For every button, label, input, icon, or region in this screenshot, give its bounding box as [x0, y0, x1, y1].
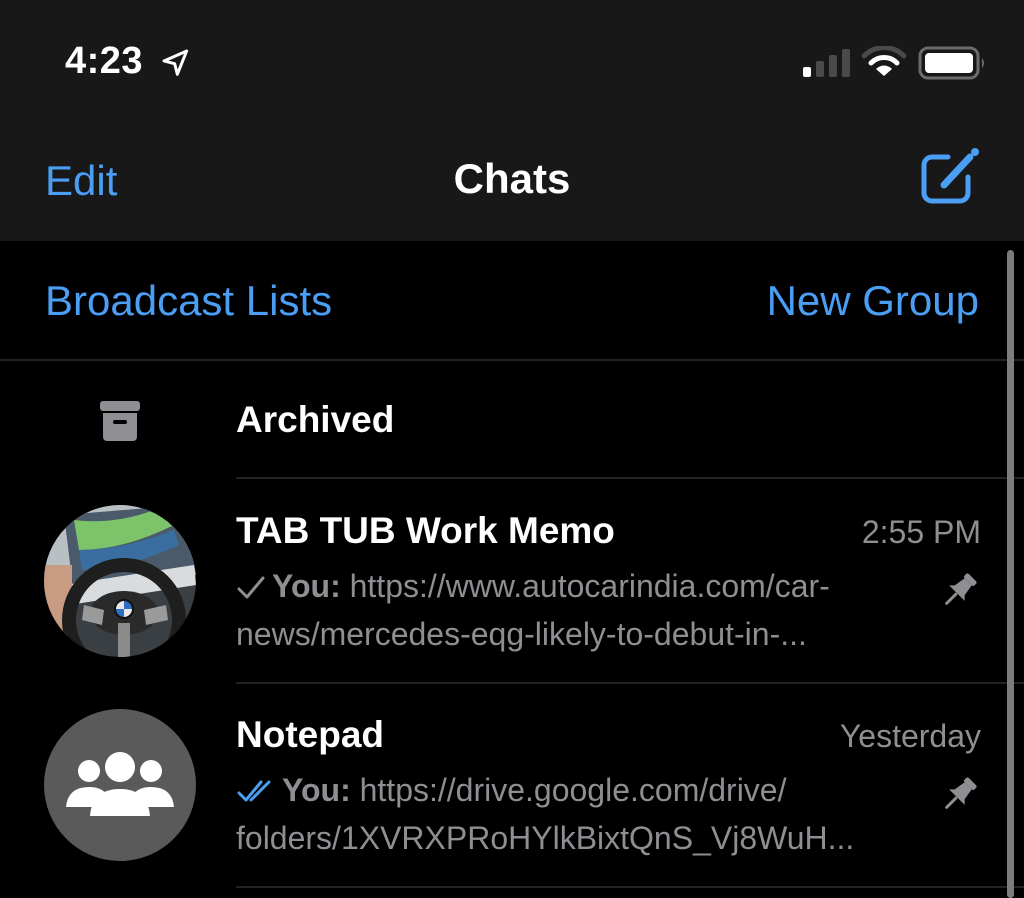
scrollbar[interactable]	[1007, 250, 1014, 898]
location-arrow-icon	[162, 49, 189, 76]
actions-row: Broadcast Lists New Group	[0, 241, 1024, 361]
group-icon	[66, 752, 174, 816]
broadcast-lists-button[interactable]: Broadcast Lists	[45, 277, 332, 325]
double-check-icon	[237, 780, 271, 802]
chat-preview: You: https://www.autocarindia.com/car- n…	[236, 562, 916, 658]
cellular-signal-icon	[803, 49, 850, 77]
chat-time: 2:55 PM	[861, 514, 981, 550]
preview-line-1: https://drive.google.com/drive/	[350, 772, 787, 808]
archive-box-icon	[100, 401, 140, 441]
chat-preview: You: https://drive.google.com/drive/ fol…	[236, 766, 916, 862]
single-check-icon	[237, 576, 265, 599]
separator	[236, 886, 1024, 888]
status-time: 4:23	[65, 40, 144, 82]
chat-name: Notepad	[236, 714, 384, 755]
edit-button[interactable]: Edit	[45, 157, 117, 205]
chat-row-notepad[interactable]: Notepad Yesterday You: https://drive.goo…	[0, 684, 1024, 888]
preview-line-2: news/mercedes-eqg-likely-to-debut-in-...	[236, 616, 807, 652]
photo-avatar	[44, 505, 196, 657]
chat-name: TAB TUB Work Memo	[236, 510, 615, 551]
battery-icon	[918, 46, 984, 80]
chat-time: Yesterday	[839, 718, 981, 754]
page-title: Chats	[453, 155, 571, 202]
preview-line-1: https://www.autocarindia.com/car-	[340, 568, 830, 604]
sender-label: You:	[282, 772, 351, 808]
sender-label: You:	[272, 568, 341, 604]
archived-label: Archived	[236, 399, 395, 440]
new-group-button[interactable]: New Group	[767, 277, 979, 325]
top-bar: 4:23 Edit Chats	[0, 0, 1024, 241]
separator	[236, 477, 1024, 479]
avatar-photo-image	[44, 505, 196, 657]
chat-row-tab-tub-work-memo[interactable]: TAB TUB Work Memo 2:55 PM You: https://w…	[0, 480, 1024, 684]
pin-icon	[945, 777, 977, 809]
pin-icon	[945, 573, 977, 605]
preview-line-2: folders/1XVRXPRoHYlkBixtQnS_Vj8WuH...	[236, 820, 855, 856]
archived-row[interactable]: Archived	[0, 361, 1024, 479]
group-avatar	[44, 709, 196, 861]
compose-icon[interactable]	[918, 145, 982, 207]
wifi-icon	[862, 46, 906, 76]
